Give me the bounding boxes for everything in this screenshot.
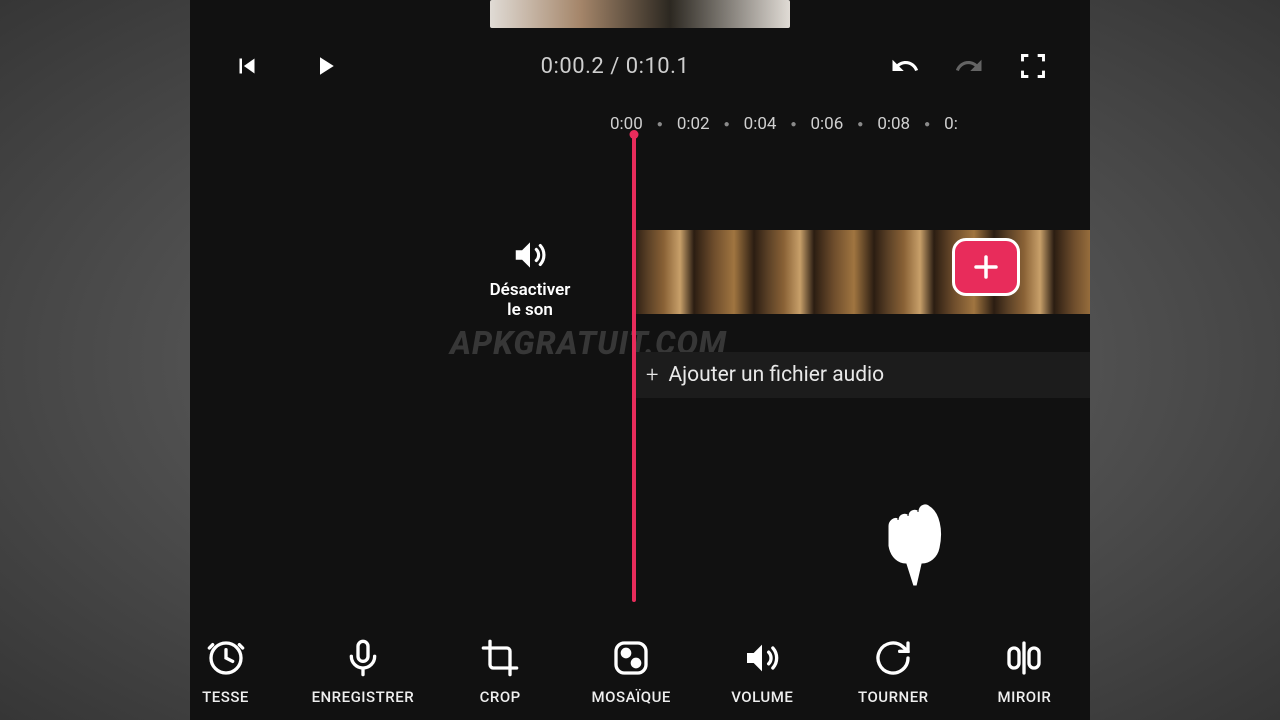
mute-label: Désactiver le son xyxy=(460,280,600,321)
redo-icon xyxy=(952,51,986,81)
current-time: 0:00.2 xyxy=(541,54,605,79)
tick-label: 0:04 xyxy=(744,114,777,134)
tool-enregistrer[interactable]: ENREGISTRER xyxy=(312,638,415,706)
mirror-icon xyxy=(1004,638,1044,678)
add-audio-label: Ajouter un fichier audio xyxy=(668,363,884,387)
undo-button[interactable] xyxy=(888,49,922,83)
tool-crop[interactable]: CROP xyxy=(455,638,545,706)
microphone-icon xyxy=(343,638,383,678)
tick-dot-icon: ● xyxy=(724,119,730,130)
tick-label: 0: xyxy=(944,114,958,134)
rotate-icon xyxy=(873,638,913,678)
tool-label: VOLUME xyxy=(731,688,793,706)
time-separator: / xyxy=(604,54,626,79)
tool-miroir[interactable]: MIROIR xyxy=(979,638,1069,706)
tool-vitesse[interactable]: TESSE xyxy=(190,638,271,706)
fullscreen-icon xyxy=(1019,52,1047,80)
mosaic-icon xyxy=(611,638,651,678)
tool-label: TOURNER xyxy=(858,688,929,706)
video-preview-strip xyxy=(490,0,790,28)
skip-previous-icon xyxy=(232,51,262,81)
timeline-ruler[interactable]: 0:00 ● 0:02 ● 0:04 ● 0:06 ● 0:08 ● 0: xyxy=(190,110,1090,138)
plus-icon: + xyxy=(646,363,658,388)
tool-tourner[interactable]: TOURNER xyxy=(848,638,938,706)
tick-dot-icon: ● xyxy=(657,119,663,130)
playback-left-group xyxy=(230,49,342,83)
play-button[interactable] xyxy=(308,49,342,83)
mute-audio-button[interactable]: Désactiver le son xyxy=(460,236,600,321)
skip-previous-button[interactable] xyxy=(230,49,264,83)
bottom-toolbar: TESSE ENREGISTRER CROP MOSAÏQUE VOLUME T… xyxy=(190,624,1090,720)
tick-dot-icon: ● xyxy=(857,119,863,130)
volume-icon xyxy=(742,638,782,678)
speaker-icon xyxy=(511,236,549,274)
tool-mosaique[interactable]: MOSAÏQUE xyxy=(586,638,676,706)
video-editor-app: 0:00.2 / 0:10.1 0:00 ● 0:02 ● 0:04 ● 0:06 ● … xyxy=(190,0,1090,720)
tool-label: CROP xyxy=(480,688,521,706)
undo-icon xyxy=(888,51,922,81)
add-audio-track-button[interactable]: + Ajouter un fichier audio xyxy=(634,352,1090,398)
time-display: 0:00.2 / 0:10.1 xyxy=(541,54,690,79)
tick-label: 0:00 xyxy=(610,114,643,134)
fullscreen-button[interactable] xyxy=(1016,49,1050,83)
tool-label: MOSAÏQUE xyxy=(592,688,671,706)
crop-icon xyxy=(480,638,520,678)
play-icon xyxy=(310,51,340,81)
tool-label: MIROIR xyxy=(997,688,1051,706)
tool-label: ENREGISTRER xyxy=(312,688,415,706)
tool-label: TESSE xyxy=(202,688,249,706)
redo-button[interactable] xyxy=(952,49,986,83)
add-clip-button[interactable] xyxy=(952,238,1020,296)
timeline-playhead[interactable] xyxy=(632,132,636,602)
tick-dot-icon: ● xyxy=(924,119,930,130)
tick-label: 0:08 xyxy=(877,114,910,134)
tick-label: 0:06 xyxy=(810,114,843,134)
tutorial-pointer-icon xyxy=(868,490,958,580)
total-time: 0:10.1 xyxy=(626,54,690,79)
video-clip-track[interactable] xyxy=(634,230,1090,314)
tick-dot-icon: ● xyxy=(790,119,796,130)
speed-icon xyxy=(206,638,246,678)
playback-right-group xyxy=(888,49,1050,83)
plus-icon xyxy=(971,252,1001,282)
playback-controls: 0:00.2 / 0:10.1 xyxy=(190,46,1090,86)
tool-volume[interactable]: VOLUME xyxy=(717,638,807,706)
tick-label: 0:02 xyxy=(677,114,710,134)
